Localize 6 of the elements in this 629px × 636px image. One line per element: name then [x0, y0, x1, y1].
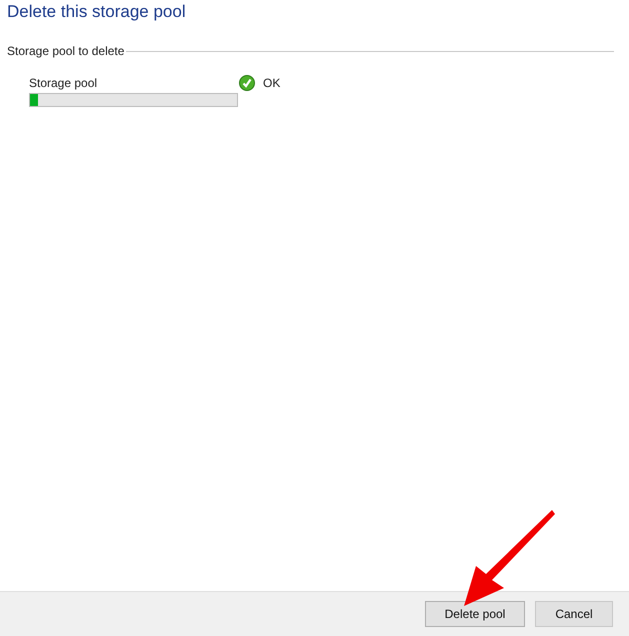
cancel-button[interactable]: Cancel	[535, 601, 613, 627]
status-text: OK	[263, 75, 280, 92]
delete-button[interactable]: Delete pool	[425, 601, 525, 627]
pool-name: Storage pool	[29, 75, 98, 92]
page-title: Delete this storage pool	[7, 1, 186, 23]
group-label: Storage pool to delete	[7, 43, 124, 60]
